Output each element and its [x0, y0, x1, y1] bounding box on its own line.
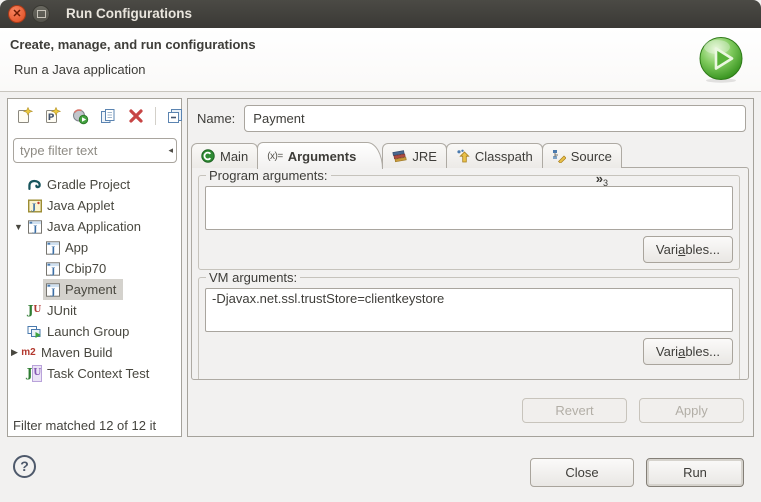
filter-match-status: Filter matched 12 of 12 it [13, 418, 181, 433]
delete-icon[interactable] [127, 107, 145, 125]
sidebar-toolbar: P [15, 105, 178, 127]
export-launch-configurations-icon[interactable] [71, 107, 89, 125]
tree-item-label: Task Context Test [47, 366, 149, 381]
expanded-arrow-icon[interactable]: ▼ [12, 222, 25, 232]
filter-input[interactable] [14, 143, 168, 158]
tree-item-task-context-test[interactable]: JU Task Context Test [8, 363, 181, 384]
run-banner-icon [697, 35, 745, 83]
revert-button[interactable]: Revert [522, 398, 627, 423]
dialog-header: Create, manage, and run configurations R… [0, 28, 761, 92]
window-close-button[interactable]: ✕ [8, 5, 26, 23]
new-launch-configuration-icon[interactable] [15, 107, 33, 125]
tab-label: Source [571, 149, 612, 164]
filter-box: ◂ [13, 138, 177, 163]
tree-item-label: Launch Group [47, 324, 129, 339]
java-application-icon: J [45, 282, 60, 297]
tab-bar: Main (x)= Arguments JRE [191, 141, 621, 168]
tree-item-launch-group[interactable]: Launch Group [8, 321, 181, 342]
svg-text:J: J [50, 266, 55, 275]
tree-item-label: Java Application [47, 219, 141, 234]
window-maximize-button[interactable] [32, 5, 50, 23]
close-button[interactable]: Close [530, 458, 634, 487]
tab-label: Arguments [288, 149, 357, 164]
program-arguments-label: Program arguments: [206, 168, 331, 183]
java-application-icon: J [45, 261, 60, 276]
new-prototype-icon[interactable]: P [43, 107, 61, 125]
tab-classpath[interactable]: Classpath [446, 143, 543, 168]
tab-arguments-selected[interactable]: (x)= Arguments [257, 142, 383, 169]
apply-button[interactable]: Apply [639, 398, 744, 423]
tree-item-label: Payment [65, 282, 116, 297]
tree-item-java-application[interactable]: ▼ J Java Application [8, 216, 181, 237]
program-arguments-textarea[interactable] [205, 186, 733, 230]
svg-text:J: J [50, 287, 55, 296]
header-title: Create, manage, and run configurations [10, 37, 256, 52]
tree-item-label: Cbip70 [65, 261, 106, 276]
program-variables-button[interactable]: Variables... [643, 236, 733, 263]
svg-text:J: J [50, 245, 55, 254]
tree-item-label: JUnit [47, 303, 77, 318]
configurations-sidebar: P [7, 98, 182, 437]
program-arguments-group: Program arguments: Variables... [198, 168, 740, 270]
svg-text:P: P [48, 113, 55, 123]
tab-jre[interactable]: JRE [382, 143, 447, 168]
tree-item-maven-build[interactable]: ▶ m2 Maven Build [8, 342, 181, 363]
svg-text:J: J [30, 202, 35, 212]
vm-variables-button[interactable]: Variables... [643, 338, 733, 365]
svg-text:J: J [32, 224, 37, 233]
name-label: Name: [197, 111, 235, 126]
duplicate-icon[interactable] [99, 107, 117, 125]
tree-item-label: App [65, 240, 88, 255]
source-tab-icon [552, 149, 566, 163]
tab-label: JRE [412, 149, 437, 164]
junit-icon: JU [27, 303, 42, 318]
titlebar: ✕ Run Configurations [0, 0, 761, 29]
tree-item-label: Gradle Project [47, 177, 130, 192]
tree-item-label: Java Applet [47, 198, 114, 213]
tree-item-app[interactable]: J App [8, 237, 181, 258]
jre-tab-icon [392, 149, 407, 163]
window-title: Run Configurations [66, 0, 192, 27]
help-button[interactable]: ? [13, 455, 36, 478]
maximize-icon [37, 10, 46, 18]
name-input[interactable] [244, 105, 746, 132]
vm-arguments-label: VM arguments: [206, 270, 300, 285]
collapsed-arrow-icon[interactable]: ▶ [8, 347, 21, 358]
tab-label: Classpath [475, 149, 533, 164]
vm-arguments-group: VM arguments: -Djavax.net.ssl.trustStore… [198, 270, 740, 380]
vm-arguments-textarea[interactable]: -Djavax.net.ssl.trustStore=clientkeystor… [205, 288, 733, 332]
configurations-tree: Gradle Project J Java Applet ▼ J [8, 174, 181, 412]
main-tab-icon [201, 149, 215, 163]
run-configurations-dialog: ✕ Run Configurations Create, manage, and… [0, 0, 761, 502]
tree-item-java-applet[interactable]: J Java Applet [8, 195, 181, 216]
filter-collapse-arrow-icon[interactable]: ◂ [168, 145, 176, 156]
task-context-test-icon: JU [27, 366, 42, 381]
launch-group-icon [27, 324, 42, 339]
tab-overflow-chevron[interactable]: »3 [596, 171, 608, 188]
java-application-icon: J [27, 219, 42, 234]
maven-build-icon: m2 [21, 345, 36, 360]
tree-item-payment-selected[interactable]: J Payment [8, 279, 181, 300]
tree-item-cbip70[interactable]: J Cbip70 [8, 258, 181, 279]
tab-label: Main [220, 149, 248, 164]
name-row: Name: [197, 105, 746, 132]
tree-item-label: Maven Build [41, 345, 113, 360]
gradle-project-icon [27, 177, 42, 192]
tab-main[interactable]: Main [191, 143, 258, 168]
tree-item-junit[interactable]: JU JUnit [8, 300, 181, 321]
collapse-all-icon[interactable] [166, 107, 184, 125]
toolbar-separator [155, 107, 156, 125]
tree-item-gradle-project[interactable]: Gradle Project [8, 174, 181, 195]
classpath-tab-icon [456, 149, 470, 163]
run-button[interactable]: Run [646, 458, 744, 487]
java-applet-icon: J [27, 198, 42, 213]
header-subtitle: Run a Java application [14, 62, 146, 77]
java-application-icon: J [45, 240, 60, 255]
arguments-tab-content: »3 Program arguments: Variables... VM ar… [191, 167, 749, 380]
tab-source[interactable]: Source [542, 143, 622, 168]
arguments-tab-icon: (x)= [267, 151, 283, 162]
configuration-detail-panel: Name: Main (x)= Arguments [187, 98, 754, 437]
